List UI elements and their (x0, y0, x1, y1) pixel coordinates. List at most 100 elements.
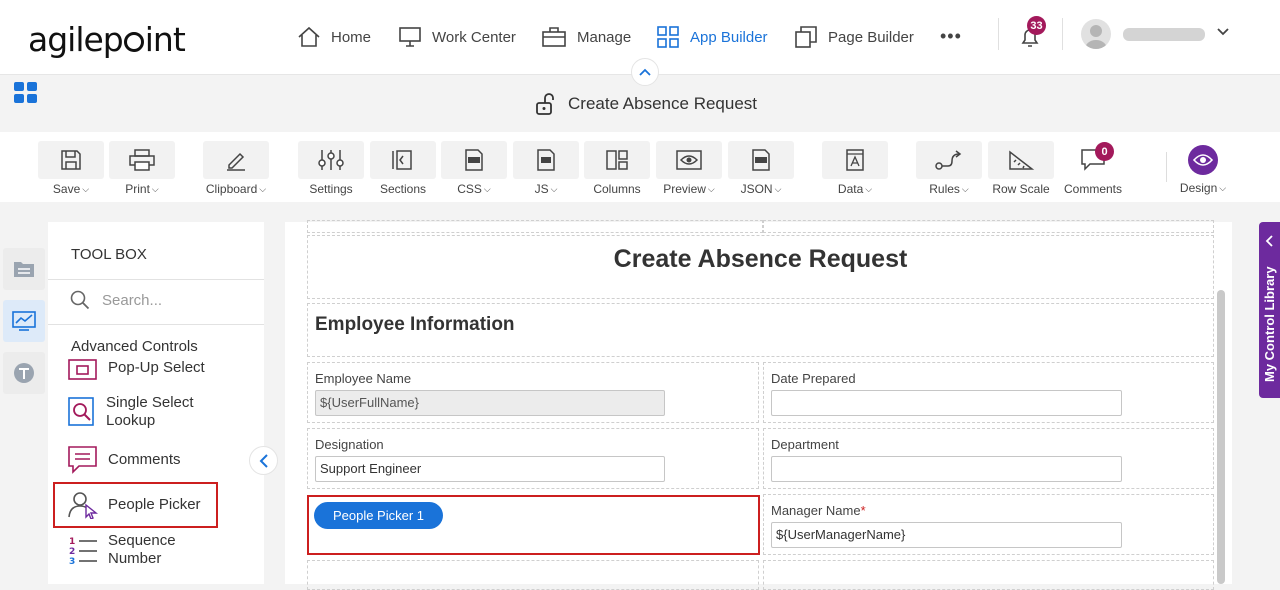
chevron-down-icon: ⌵ (82, 183, 90, 194)
css-button[interactable]: CSS ⌵ (441, 141, 507, 196)
js-file-icon (537, 149, 555, 171)
unlock-icon (536, 93, 554, 115)
rail-theme-button[interactable] (3, 352, 45, 394)
json-button[interactable]: JSON ⌵ (728, 141, 794, 196)
nav-app-builder[interactable]: App Builder (656, 22, 768, 52)
advanced-controls-heading: Advanced Controls (71, 338, 198, 355)
section-cell[interactable]: Employee Information (307, 303, 1214, 357)
collapse-header-button[interactable] (631, 58, 659, 86)
toolbox-item-sequence-number[interactable]: 123 Sequence Number (68, 532, 198, 568)
eye-icon (1193, 154, 1213, 166)
js-button[interactable]: JS ⌵ (513, 141, 579, 196)
print-button[interactable]: Print ⌵ (109, 141, 175, 196)
preview-button[interactable]: Preview ⌵ (656, 141, 722, 196)
data-button[interactable]: Data ⌵ (822, 141, 888, 196)
columns-button[interactable]: Columns (584, 141, 650, 196)
designation-label: Designation (315, 437, 384, 452)
toolbox-item-comments[interactable]: Comments (68, 446, 181, 474)
save-button[interactable]: Save ⌵ (38, 141, 104, 196)
chevron-down-icon: ⌵ (961, 183, 969, 194)
nav-home[interactable]: Home (297, 22, 371, 52)
design-button[interactable]: Design ⌵ (1170, 141, 1236, 195)
numbered-list-icon: 123 (69, 537, 97, 565)
people-picker-cell-highlight[interactable] (307, 495, 760, 555)
designation-cell[interactable]: Designation Support Engineer (307, 428, 759, 489)
employee-name-field[interactable]: ${UserFullName} (315, 390, 665, 416)
floppy-disk-icon (61, 150, 81, 170)
form-cell[interactable] (763, 220, 1214, 233)
chevron-down-icon: ⌵ (865, 183, 873, 194)
json-file-icon (752, 149, 770, 171)
app-launcher-icon[interactable] (14, 82, 37, 103)
comments-count-badge: 0 (1095, 142, 1114, 161)
date-prepared-field[interactable] (771, 390, 1122, 416)
designer-toolbar: Save ⌵ Print ⌵ Clipboard ⌵ Settings Section… (0, 132, 1280, 202)
logo-dot-icon (123, 32, 144, 52)
nav-divider (1062, 18, 1063, 50)
printer-icon (129, 149, 155, 171)
lookup-icon (68, 397, 94, 426)
ruler-icon (1009, 150, 1035, 170)
nav-manage[interactable]: Manage (541, 22, 631, 52)
department-field[interactable] (771, 456, 1122, 482)
employee-name-cell[interactable]: Employee Name ${UserFullName} (307, 362, 759, 423)
divider (48, 279, 264, 280)
sections-button[interactable]: Sections (370, 141, 436, 196)
designation-field[interactable]: Support Engineer (315, 456, 665, 482)
form-cell[interactable] (307, 560, 759, 590)
toolbox-item-single-select-lookup[interactable]: Single Select Lookup (68, 394, 208, 430)
manager-name-field[interactable]: ${UserManagerName} (771, 522, 1122, 548)
form-cell[interactable] (763, 560, 1214, 590)
notification-count-badge: 33 (1027, 16, 1046, 35)
agilepoint-logo[interactable]: agilep int (28, 20, 186, 59)
clipboard-button[interactable]: Clipboard ⌵ (203, 141, 269, 196)
row-scale-button[interactable]: Row Scale (988, 141, 1054, 196)
manager-name-cell[interactable]: Manager Name* ${UserManagerName} (763, 494, 1214, 555)
briefcase-icon (542, 27, 566, 47)
preview-eye-icon (676, 150, 702, 170)
user-menu-chevron-icon[interactable] (1216, 25, 1230, 44)
chevron-down-icon: ⌵ (151, 183, 159, 194)
comment-icon (68, 446, 97, 474)
rules-path-icon (935, 150, 962, 170)
pages-icon (795, 26, 817, 48)
more-menu-icon[interactable]: ••• (940, 26, 962, 47)
chevron-down-icon: ⌵ (1219, 182, 1227, 193)
columns-icon (606, 150, 628, 170)
rail-forms-button[interactable] (3, 248, 45, 290)
people-picker-highlight (53, 482, 218, 528)
department-label: Department (771, 437, 839, 452)
nav-divider (998, 18, 999, 50)
chevron-down-icon: ⌵ (483, 183, 491, 194)
rail-toolbox-button[interactable] (3, 300, 45, 342)
css-file-icon (465, 149, 483, 171)
form-cell[interactable] (307, 220, 763, 233)
collapse-toolbox-button[interactable] (249, 446, 278, 475)
user-name-redacted[interactable] (1123, 28, 1205, 41)
avatar[interactable] (1081, 19, 1111, 49)
settings-button[interactable]: Settings (298, 141, 364, 196)
theme-t-icon (14, 363, 34, 383)
department-cell[interactable]: Department (763, 428, 1214, 489)
left-rail (0, 222, 47, 584)
comments-button[interactable]: Comments (1060, 141, 1126, 196)
divider (48, 324, 264, 325)
date-prepared-cell[interactable]: Date Prepared (763, 362, 1214, 423)
svg-text:1: 1 (69, 537, 75, 547)
heading-cell[interactable]: Create Absence Request (307, 235, 1214, 299)
rules-button[interactable]: Rules ⌵ (916, 141, 982, 196)
canvas-scrollbar[interactable] (1217, 290, 1225, 584)
chevron-down-icon: ⌵ (707, 183, 715, 194)
toolbox-search-input[interactable]: Search... (70, 290, 162, 310)
sliders-icon (318, 150, 344, 170)
search-icon (70, 290, 90, 310)
monitor-icon (399, 27, 421, 47)
my-control-library-label: My Control Library (1262, 266, 1277, 382)
svg-text:2: 2 (69, 547, 75, 557)
nav-work-center[interactable]: Work Center (398, 22, 516, 52)
toolbox-title: TOOL BOX (71, 246, 147, 263)
date-prepared-label: Date Prepared (771, 371, 856, 386)
toolbox-item-popup-select[interactable]: Pop-Up Select (68, 356, 205, 380)
grid-icon (657, 26, 679, 48)
nav-page-builder[interactable]: Page Builder (794, 22, 914, 52)
